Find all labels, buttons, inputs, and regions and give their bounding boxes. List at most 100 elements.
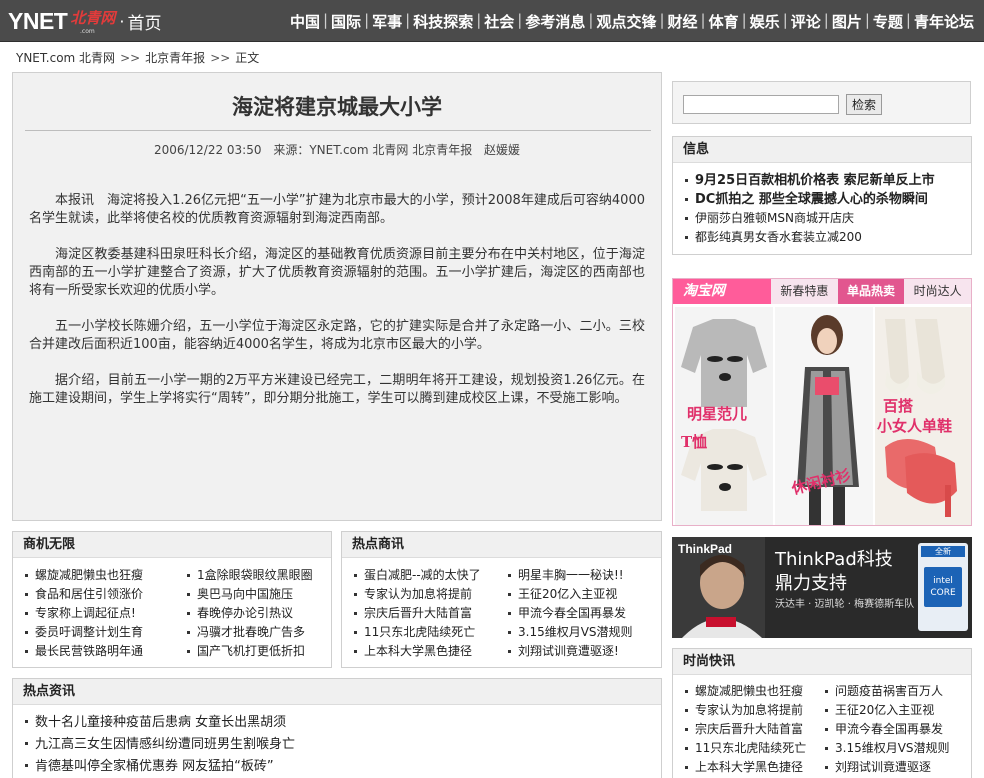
breadcrumb-site[interactable]: YNET.com 北青网: [16, 51, 115, 65]
info-link[interactable]: 伊丽莎白雅顿MSN商城开店庆: [695, 211, 854, 225]
fashion-link[interactable]: 专家认为加息将提前: [695, 703, 803, 717]
nav-link-commentary[interactable]: 评论: [791, 11, 821, 32]
nav-link-youth-forum[interactable]: 青年论坛: [914, 11, 974, 32]
home-link[interactable]: 首页: [127, 9, 161, 34]
business-link[interactable]: 最长民营铁路明年通: [35, 644, 143, 658]
list-item[interactable]: 3.15维权月VS潜规则: [506, 623, 660, 642]
hot-business-link[interactable]: 甲流今春全国再暴发: [518, 606, 626, 620]
tab-new-year-deals[interactable]: 新春特惠: [771, 279, 838, 304]
hot-business-link[interactable]: 3.15维权月VS潜规则: [518, 625, 633, 639]
nav-link-pictures[interactable]: 图片: [832, 11, 862, 32]
thinkpad-ad[interactable]: ThinkPad ThinkPad科技 鼎力支持 沃达丰 · 迈凯轮 · 梅赛德…: [672, 537, 972, 638]
business-link[interactable]: 春晚停办论引热议: [197, 606, 293, 620]
product-shoes-image[interactable]: 百搭 小女人单鞋: [875, 307, 971, 525]
list-item[interactable]: 刘翔试训竟遭驱逐: [823, 758, 969, 777]
hot-news-link[interactable]: 数十名儿童接种疫苗后患病 女童长出黑胡须: [35, 715, 286, 730]
fashion-link[interactable]: 王征20亿入主亚视: [835, 703, 934, 717]
list-item[interactable]: 九江高三女生因情感纠纷遭同班男生割喉身亡: [23, 734, 643, 756]
business-link[interactable]: 冯骥才批春晚广告多: [197, 625, 305, 639]
hot-business-link[interactable]: 王征20亿入主亚视: [518, 587, 617, 601]
nav-link-topics[interactable]: 专题: [873, 11, 903, 32]
list-item[interactable]: 专家认为加息将提前: [352, 585, 502, 604]
business-link[interactable]: 委员吁调整计划生育: [35, 625, 143, 639]
list-item[interactable]: 蛋白减肥--减的太快了: [352, 566, 502, 585]
fashion-link[interactable]: 宗庆后晋升大陆首富: [695, 722, 803, 736]
nav-link-sports[interactable]: 体育: [709, 11, 739, 32]
list-item[interactable]: 11只东北虎陆续死亡: [352, 623, 502, 642]
business-link[interactable]: 1盒除眼袋眼纹黑眼圈: [197, 568, 313, 582]
info-link[interactable]: 都彭纯真男女香水套装立减200: [695, 230, 862, 244]
taobao-ad[interactable]: 淘宝网 新春特惠 单品热卖 时尚达人 明星范儿 T恤 休闲衬衫 百搭 小女人单鞋: [672, 278, 972, 526]
site-logo[interactable]: YNET 北青网 .com · 首页: [8, 6, 161, 36]
nav-link-military[interactable]: 军事: [372, 11, 402, 32]
fashion-link[interactable]: 甲流今春全国再暴发: [835, 722, 943, 736]
nav-link-opinion[interactable]: 观点交锋: [596, 11, 656, 32]
list-item[interactable]: 宗庆后晋升大陆首富: [683, 720, 815, 739]
list-item[interactable]: 奥巴马向中国施压: [185, 585, 330, 604]
nav-link-science[interactable]: 科技探索: [413, 11, 473, 32]
list-item[interactable]: 螺旋减肥懒虫也狂瘦: [23, 566, 173, 585]
list-item[interactable]: 专家认为加息将提前: [683, 701, 815, 720]
hot-business-link[interactable]: 蛋白减肥--减的太快了: [364, 568, 481, 582]
taobao-logo[interactable]: 淘宝网: [673, 279, 771, 304]
list-item[interactable]: 螺旋减肥懒虫也狂瘦: [683, 682, 815, 701]
nav-link-finance[interactable]: 财经: [668, 11, 698, 32]
nav-link-entertainment[interactable]: 娱乐: [750, 11, 780, 32]
list-item[interactable]: 数十名儿童接种疫苗后患病 女童长出黑胡须: [23, 712, 643, 734]
list-item[interactable]: 上本科大学黑色捷径: [683, 758, 815, 777]
nav-link-china[interactable]: 中国: [290, 11, 320, 32]
product-shirt-image[interactable]: 休闲衬衫: [775, 307, 873, 525]
hot-business-link[interactable]: 刘翔试训竟遭驱逐!: [518, 644, 619, 658]
business-link[interactable]: 食品和居住引领涨价: [35, 587, 143, 601]
list-item[interactable]: 明星丰胸一一秘诀!!: [506, 566, 660, 585]
product-tshirt-image[interactable]: 明星范儿 T恤: [675, 307, 773, 525]
hot-business-link[interactable]: 明星丰胸一一秘诀!!: [518, 568, 624, 582]
hot-business-link[interactable]: 上本科大学黑色捷径: [364, 644, 472, 658]
list-item[interactable]: 1盒除眼袋眼纹黑眼圈: [185, 566, 330, 585]
list-item[interactable]: 最长民营铁路明年通: [23, 642, 173, 661]
list-item[interactable]: 问题疫苗祸害百万人: [823, 682, 969, 701]
fashion-link[interactable]: 上本科大学黑色捷径: [695, 760, 803, 774]
nav-link-society[interactable]: 社会: [484, 11, 514, 32]
list-item[interactable]: 肯德基叫停全家桶优惠券 网友猛拍“板砖”: [23, 756, 643, 778]
fashion-link[interactable]: 3.15维权月VS潜规则: [835, 741, 950, 755]
fashion-link[interactable]: 问题疫苗祸害百万人: [835, 684, 943, 698]
list-item[interactable]: 王征20亿入主亚视: [506, 585, 660, 604]
list-item[interactable]: 3.15维权月VS潜规则: [823, 739, 969, 758]
fashion-link[interactable]: 螺旋减肥懒虫也狂瘦: [695, 684, 803, 698]
list-item[interactable]: 委员吁调整计划生育: [23, 623, 173, 642]
fashion-link[interactable]: 11只东北虎陆续死亡: [695, 741, 806, 755]
list-item[interactable]: 伊丽莎白雅顿MSN商城开店庆: [683, 209, 971, 228]
list-item[interactable]: 上本科大学黑色捷径: [352, 642, 502, 661]
list-item[interactable]: 甲流今春全国再暴发: [823, 720, 969, 739]
hot-news-link[interactable]: 肯德基叫停全家桶优惠券 网友猛拍“板砖”: [35, 759, 274, 774]
hot-news-link[interactable]: 九江高三女生因情感纠纷遭同班男生割喉身亡: [35, 737, 295, 752]
hot-business-link[interactable]: 宗庆后晋升大陆首富: [364, 606, 472, 620]
list-item[interactable]: 国产飞机打更低折扣: [185, 642, 330, 661]
fashion-link[interactable]: 刘翔试训竟遭驱逐: [835, 760, 931, 774]
tab-hot-items[interactable]: 单品热卖: [837, 279, 905, 304]
business-link[interactable]: 专家称上调起征点!: [35, 606, 136, 620]
list-item[interactable]: 都彭纯真男女香水套装立减200: [683, 228, 971, 247]
info-link[interactable]: 9月25日百款相机价格表 索尼新单反上市: [695, 173, 935, 188]
list-item[interactable]: 专家称上调起征点!: [23, 604, 173, 623]
list-item[interactable]: 11只东北虎陆续死亡: [683, 739, 815, 758]
business-link[interactable]: 螺旋减肥懒虫也狂瘦: [35, 568, 143, 582]
list-item[interactable]: DC抓拍之 那些全球震撼人心的杀物瞬间: [683, 190, 971, 209]
list-item[interactable]: 食品和居住引领涨价: [23, 585, 173, 604]
nav-link-reference[interactable]: 参考消息: [525, 11, 585, 32]
info-link[interactable]: DC抓拍之 那些全球震撼人心的杀物瞬间: [695, 192, 928, 207]
business-link[interactable]: 奥巴马向中国施压: [197, 587, 293, 601]
list-item[interactable]: 春晚停办论引热议: [185, 604, 330, 623]
business-link[interactable]: 国产飞机打更低折扣: [197, 644, 305, 658]
list-item[interactable]: 王征20亿入主亚视: [823, 701, 969, 720]
search-button[interactable]: 检索: [846, 94, 882, 115]
tab-fashion-experts[interactable]: 时尚达人: [904, 279, 971, 304]
hot-business-link[interactable]: 专家认为加息将提前: [364, 587, 472, 601]
breadcrumb-paper[interactable]: 北京青年报: [145, 51, 205, 65]
list-item[interactable]: 冯骥才批春晚广告多: [185, 623, 330, 642]
nav-link-international[interactable]: 国际: [331, 11, 361, 32]
list-item[interactable]: 宗庆后晋升大陆首富: [352, 604, 502, 623]
list-item[interactable]: 甲流今春全国再暴发: [506, 604, 660, 623]
list-item[interactable]: 9月25日百款相机价格表 索尼新单反上市: [683, 171, 971, 190]
